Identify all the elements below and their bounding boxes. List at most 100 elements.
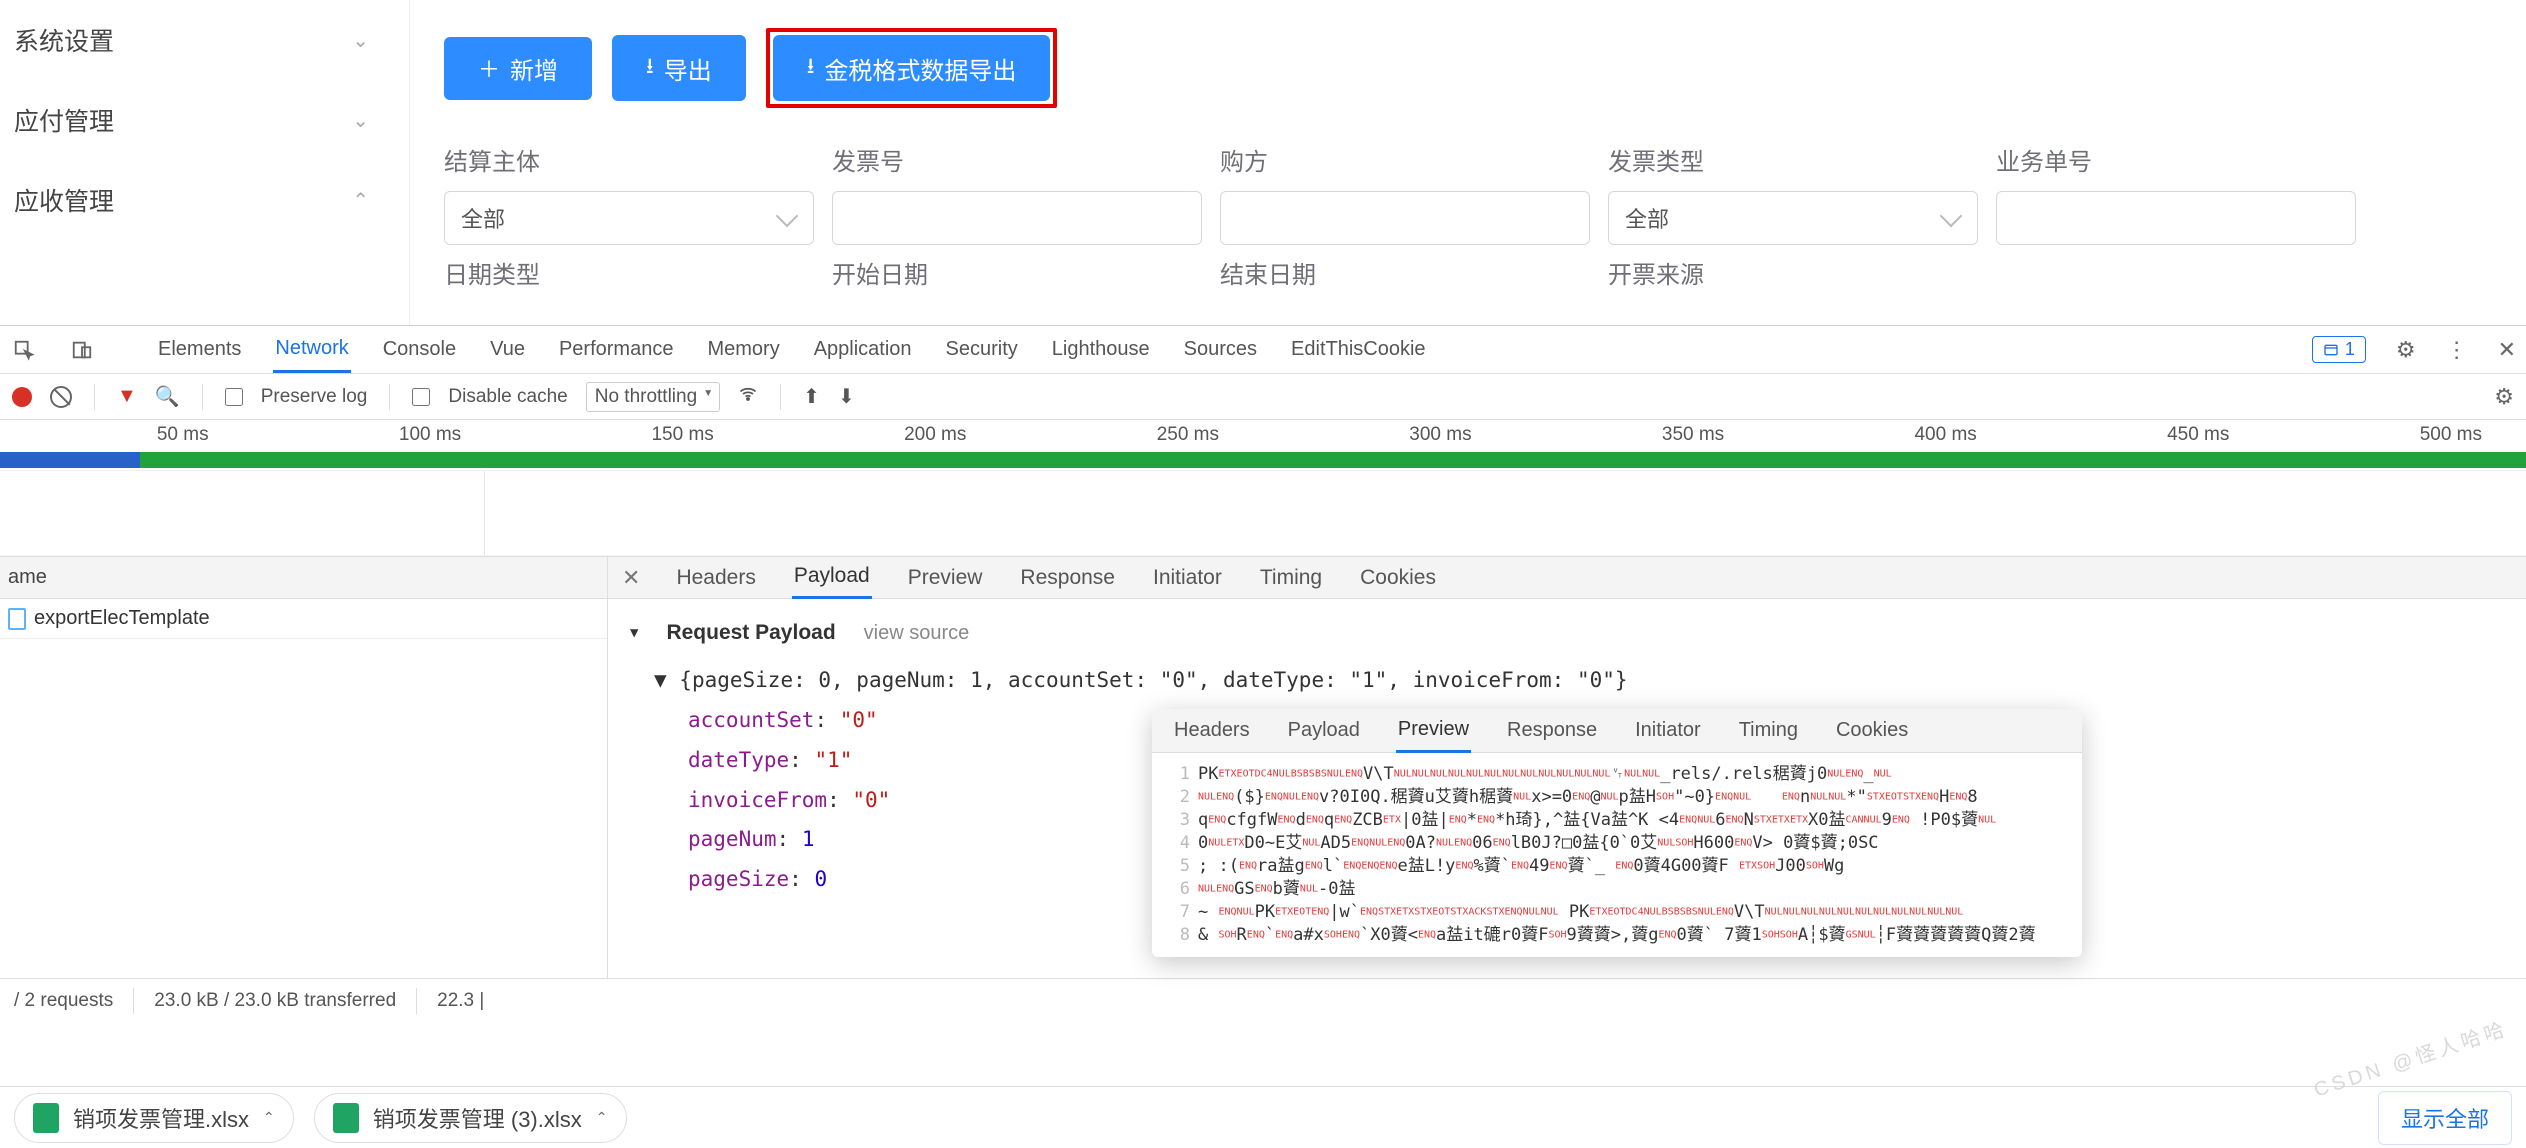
xlsx-file-icon — [333, 1103, 359, 1133]
detail-tabs: ✕ Headers Payload Preview Response Initi… — [608, 557, 2526, 599]
inspect-element-icon[interactable] — [10, 339, 38, 361]
field-label: 结算主体 — [444, 142, 814, 177]
gear-icon[interactable]: ⚙ — [2396, 337, 2416, 363]
field-invoice-source: 开票来源 — [1608, 255, 1978, 304]
sidebar-item-receivable[interactable]: 应收管理 ⌃ — [0, 160, 409, 240]
download-icon: ⭳ — [646, 49, 654, 87]
download-filename: 销项发票管理 (3).xlsx — [373, 1102, 582, 1134]
issues-count: 1 — [2345, 339, 2355, 360]
dtab-preview[interactable]: Preview — [906, 558, 985, 598]
status-resources: 22.3 | — [437, 990, 484, 1012]
request-list-header[interactable]: ame — [0, 557, 607, 599]
wifi-icon[interactable] — [738, 384, 758, 410]
ptab-timing[interactable]: Timing — [1737, 710, 1800, 751]
network-request-area: ame exportElecTemplate ✕ Headers Payload… — [0, 557, 2526, 979]
payload-summary: {pageSize: 0, pageNum: 1, accountSet: "0… — [679, 668, 1627, 692]
btn-label: 金税格式数据导出 — [824, 51, 1016, 86]
network-settings-icon[interactable]: ⚙ — [2494, 384, 2514, 410]
export-button[interactable]: ⭳ 导出 — [612, 35, 746, 101]
tab-lighthouse[interactable]: Lighthouse — [1050, 328, 1152, 371]
download-chip[interactable]: 销项发票管理.xlsx ⌃ — [14, 1093, 294, 1143]
dtab-payload[interactable]: Payload — [792, 556, 872, 599]
field-buyer: 购方 — [1220, 142, 1590, 245]
input-invoice-no[interactable] — [832, 191, 1202, 245]
field-label: 结束日期 — [1220, 255, 1590, 290]
download-bar: 销项发票管理.xlsx ⌃ 销项发票管理 (3).xlsx ⌃ 显示全部 — [0, 1086, 2526, 1148]
tab-application[interactable]: Application — [812, 328, 914, 371]
tab-memory[interactable]: Memory — [705, 328, 781, 371]
field-start-date: 开始日期 — [832, 255, 1202, 304]
sidebar-item-payable[interactable]: 应付管理 ⌄ — [0, 80, 409, 160]
upload-har-icon[interactable]: ⬆ — [803, 384, 820, 409]
ptab-response[interactable]: Response — [1505, 710, 1599, 751]
ptab-initiator[interactable]: Initiator — [1633, 710, 1703, 751]
chevron-up-icon[interactable]: ⌃ — [263, 1109, 275, 1126]
download-filename: 销项发票管理.xlsx — [73, 1102, 249, 1134]
field-actions — [1996, 255, 2356, 304]
view-source-link[interactable]: view source — [864, 614, 970, 652]
dtab-response[interactable]: Response — [1018, 558, 1117, 598]
chevron-up-icon[interactable]: ⌃ — [596, 1109, 608, 1126]
tab-performance[interactable]: Performance — [557, 328, 676, 371]
ptab-cookies[interactable]: Cookies — [1834, 710, 1910, 751]
throttling-select[interactable]: No throttling — [586, 382, 720, 412]
search-icon[interactable]: 🔍 — [155, 384, 180, 409]
field-invoice-type: 发票类型 全部 — [1608, 142, 1978, 245]
field-label: 开始日期 — [832, 255, 1202, 290]
caret-down-icon[interactable]: ▼ — [630, 620, 638, 647]
tab-vue[interactable]: Vue — [488, 328, 527, 371]
preserve-log-checkbox[interactable] — [225, 388, 243, 406]
network-toolbar: ▼ 🔍 Preserve log Disable cache No thrott… — [0, 374, 2526, 420]
preview-popup: Headers Payload Preview Response Initiat… — [1152, 709, 2082, 957]
input-biz-order-no[interactable] — [1996, 191, 2356, 245]
tab-editthiscookie[interactable]: EditThisCookie — [1289, 328, 1428, 371]
file-icon — [8, 608, 26, 630]
issues-button[interactable]: 1 — [2312, 336, 2366, 363]
dtab-cookies[interactable]: Cookies — [1358, 558, 1438, 598]
export-tax-format-button[interactable]: ⭳ 金税格式数据导出 — [773, 35, 1051, 101]
show-all-downloads[interactable]: 显示全部 — [2378, 1091, 2512, 1145]
network-status-bar: / 2 requests 23.0 kB / 23.0 kB transferr… — [0, 979, 2526, 1023]
filter-icon[interactable]: ▼ — [117, 385, 137, 408]
main-content: ＋ 新增 ⭳ 导出 ⭳ 金税格式数据导出 结算主体 全部 发票号 — [410, 0, 2526, 325]
new-button[interactable]: ＋ 新增 — [444, 37, 592, 100]
dtab-timing[interactable]: Timing — [1258, 558, 1324, 598]
download-har-icon[interactable]: ⬇ — [838, 384, 855, 409]
ptab-preview[interactable]: Preview — [1396, 709, 1471, 753]
dtab-initiator[interactable]: Initiator — [1151, 558, 1224, 598]
ptab-headers[interactable]: Headers — [1172, 710, 1252, 751]
field-label: 发票号 — [832, 142, 1202, 177]
tab-security[interactable]: Security — [944, 328, 1020, 371]
record-icon[interactable] — [12, 387, 32, 407]
tab-elements[interactable]: Elements — [156, 328, 243, 371]
devtools: Elements Network Console Vue Performance… — [0, 325, 2526, 1023]
close-devtools-icon[interactable]: ✕ — [2498, 337, 2516, 363]
disable-cache-label: Disable cache — [448, 386, 567, 408]
input-buyer[interactable] — [1220, 191, 1590, 245]
sidebar-item-system-settings[interactable]: 系统设置 ⌄ — [0, 0, 409, 80]
disable-cache-checkbox[interactable] — [412, 388, 430, 406]
sidebar-item-label: 应付管理 — [14, 102, 114, 138]
tab-console[interactable]: Console — [381, 328, 458, 371]
field-invoice-no: 发票号 — [832, 142, 1202, 245]
clear-icon[interactable] — [50, 386, 72, 408]
dtab-headers[interactable]: Headers — [674, 558, 757, 598]
caret-down-icon[interactable]: ▼ — [654, 668, 679, 692]
kebab-menu-icon[interactable]: ⋮ — [2446, 337, 2468, 363]
ptab-payload[interactable]: Payload — [1286, 710, 1362, 751]
tab-network[interactable]: Network — [273, 327, 350, 373]
sidebar-item-label: 系统设置 — [14, 22, 114, 58]
network-timeline[interactable]: 50 ms100 ms150 ms200 ms250 ms300 ms350 m… — [0, 420, 2526, 557]
timeline-ruler: 50 ms100 ms150 ms200 ms250 ms300 ms350 m… — [0, 420, 2526, 452]
field-settle-entity: 结算主体 全部 — [444, 142, 814, 245]
request-row[interactable]: exportElecTemplate — [0, 599, 607, 639]
tab-sources[interactable]: Sources — [1182, 328, 1259, 371]
request-name: exportElecTemplate — [34, 607, 210, 630]
close-detail-icon[interactable]: ✕ — [622, 565, 640, 591]
select-invoice-type[interactable]: 全部 — [1608, 191, 1978, 245]
download-chip[interactable]: 销项发票管理 (3).xlsx ⌃ — [314, 1093, 627, 1143]
device-toolbar-icon[interactable] — [68, 339, 96, 361]
filter-grid: 结算主体 全部 发票号 购方 发票类型 全部 业务单号 日期类型 — [444, 142, 2492, 304]
select-settle-entity[interactable]: 全部 — [444, 191, 814, 245]
timeline-tracks — [0, 470, 2526, 556]
